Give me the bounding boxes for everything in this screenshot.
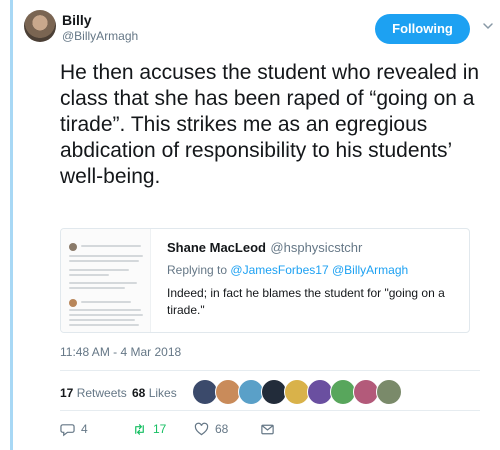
retweet-button[interactable]: 17: [132, 421, 166, 437]
author-handle[interactable]: @BillyArmagh: [62, 29, 138, 43]
mention-link[interactable]: @JamesForbes17: [230, 263, 328, 277]
likes-stat[interactable]: 68 Likes: [132, 386, 177, 400]
divider: [60, 410, 480, 411]
thumbnail-line: [69, 282, 137, 284]
retweets-label: Retweets: [76, 386, 127, 400]
mention-link[interactable]: @BillyArmagh: [332, 263, 408, 277]
thumbnail-line: [81, 301, 131, 303]
thumbnail-line: [69, 287, 125, 289]
reply-button[interactable]: 4: [60, 421, 88, 437]
thumbnail-avatar: [69, 243, 77, 251]
author-block[interactable]: Billy @BillyArmagh: [62, 12, 138, 43]
retweets-stat[interactable]: 17 Retweets: [60, 386, 127, 400]
likes-count: 68: [132, 386, 146, 400]
heart-icon: [194, 422, 209, 435]
quoted-tweet[interactable]: Shane MacLeod @hsphysicstchr Replying to…: [60, 228, 470, 333]
chevron-down-icon[interactable]: [482, 20, 494, 32]
thread-line: [10, 0, 13, 450]
tweet-actions: 4 17 68: [60, 421, 480, 441]
thumbnail-line: [69, 274, 109, 276]
thumbnail-line: [69, 314, 143, 316]
replying-to-prefix: Replying to: [167, 263, 228, 277]
retweets-count: 17: [60, 386, 74, 400]
following-button[interactable]: Following: [375, 14, 470, 44]
quoted-tweet-thumbnail: [61, 229, 151, 332]
quoted-tweet-text: Indeed; in fact he blames the student fo…: [167, 286, 445, 317]
like-button[interactable]: 68: [194, 421, 228, 437]
thumbnail-avatar: [69, 299, 77, 307]
quoted-tweet-body: Shane MacLeod @hsphysicstchr Replying to…: [167, 239, 467, 319]
thumbnail-line: [69, 309, 141, 311]
avatar[interactable]: [24, 10, 56, 42]
thumbnail-line: [69, 260, 139, 262]
author-name[interactable]: Billy: [62, 12, 138, 28]
tweet-header: Billy @BillyArmagh Following: [24, 10, 493, 54]
retweet-count: 17: [153, 422, 167, 436]
liker-avatar[interactable]: [376, 379, 402, 405]
divider: [60, 370, 480, 371]
thumbnail-line: [81, 245, 141, 247]
direct-message-button[interactable]: [260, 421, 275, 437]
thumbnail-line: [69, 319, 135, 321]
replying-to: Replying to @JamesForbes17 @BillyArmagh: [167, 263, 467, 277]
quoted-author-line: Shane MacLeod @hsphysicstchr: [167, 239, 467, 257]
tweet-timestamp[interactable]: 11:48 AM - 4 Mar 2018: [60, 345, 181, 359]
like-count: 68: [215, 422, 229, 436]
reply-count: 4: [81, 422, 88, 436]
thumbnail-line: [69, 255, 143, 257]
quoted-author-name[interactable]: Shane MacLeod: [167, 240, 266, 255]
tweet-text: He then accuses the student who revealed…: [60, 61, 480, 188]
thumbnail-line: [69, 269, 129, 271]
retweet-icon: [135, 423, 144, 435]
thumbnail-line: [69, 324, 139, 326]
quoted-author-handle[interactable]: @hsphysicstchr: [270, 240, 362, 255]
reply-icon: [60, 423, 75, 436]
message-icon: [261, 424, 274, 434]
likes-label: Likes: [148, 386, 177, 400]
tweet-stats: 17 Retweets 68 Likes: [60, 378, 480, 408]
